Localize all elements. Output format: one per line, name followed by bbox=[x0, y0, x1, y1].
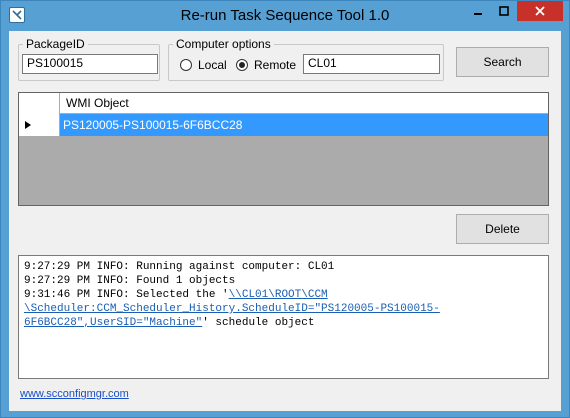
radio-remote-circle[interactable] bbox=[236, 59, 248, 71]
log-wmi-link[interactable]: \Scheduler:CCM_Scheduler_History.Schedul… bbox=[24, 303, 440, 315]
maximize-button[interactable] bbox=[491, 1, 517, 21]
maximize-icon bbox=[499, 6, 509, 16]
close-button[interactable] bbox=[517, 1, 563, 21]
close-icon bbox=[535, 6, 545, 16]
table-row[interactable]: PS120005-PS100015-6F6BCC28 bbox=[19, 114, 548, 136]
log-output[interactable]: 9:27:29 PM INFO: Running against compute… bbox=[18, 255, 549, 379]
caption-buttons bbox=[465, 1, 563, 23]
grid-header: WMI Object bbox=[19, 93, 548, 114]
app-icon bbox=[9, 7, 25, 23]
log-line: \Scheduler:CCM_Scheduler_History.Schedul… bbox=[24, 302, 543, 316]
title-bar[interactable]: Re-run Task Sequence Tool 1.0 bbox=[1, 1, 569, 31]
row-header[interactable] bbox=[19, 114, 60, 136]
row-pointer-icon bbox=[25, 121, 31, 129]
minimize-button[interactable] bbox=[465, 1, 491, 21]
computer-name-input[interactable]: CL01 bbox=[303, 54, 440, 74]
grid-column-wmi-object[interactable]: WMI Object bbox=[60, 93, 548, 114]
delete-button[interactable]: Delete bbox=[456, 214, 549, 244]
log-line: 9:27:29 PM INFO: Found 1 objects bbox=[24, 275, 236, 287]
radio-local-circle[interactable] bbox=[180, 59, 192, 71]
radio-local-label: Local bbox=[198, 58, 227, 72]
minimize-icon bbox=[474, 13, 482, 15]
radio-remote[interactable]: Remote bbox=[236, 58, 296, 72]
log-line: 9:27:29 PM INFO: Running against compute… bbox=[24, 261, 335, 273]
log-line: 9:31:46 PM INFO: Selected the '\\CL01\RO… bbox=[24, 288, 543, 302]
grid-cell-wmi-object[interactable]: PS120005-PS100015-6F6BCC28 bbox=[60, 114, 548, 136]
website-link[interactable]: www.scconfigmgr.com bbox=[20, 388, 129, 400]
log-wmi-link[interactable]: 6F6BCC28",UserSID="Machine" bbox=[24, 317, 202, 329]
search-button[interactable]: Search bbox=[456, 47, 549, 77]
grid-corner bbox=[19, 93, 60, 114]
radio-local[interactable]: Local bbox=[180, 58, 227, 72]
log-text: 9:31:46 PM INFO: Selected the ' bbox=[24, 289, 229, 301]
package-id-input[interactable]: PS100015 bbox=[22, 54, 158, 74]
radio-selected-dot bbox=[239, 62, 245, 68]
app-window: Re-run Task Sequence Tool 1.0 PackageID … bbox=[0, 0, 570, 418]
computer-options-legend: Computer options bbox=[176, 37, 271, 51]
log-text: ' schedule object bbox=[202, 317, 315, 329]
wmi-object-grid[interactable]: WMI Object PS120005-PS100015-6F6BCC28 bbox=[18, 92, 549, 206]
client-area: PackageID PS100015 Computer options Loca… bbox=[9, 31, 561, 411]
log-line: 6F6BCC28",UserSID="Machine"' schedule ob… bbox=[24, 316, 543, 330]
log-wmi-link[interactable]: \\CL01\ROOT\CCM bbox=[229, 289, 328, 301]
radio-remote-label: Remote bbox=[254, 58, 297, 72]
package-id-legend: PackageID bbox=[26, 37, 85, 51]
